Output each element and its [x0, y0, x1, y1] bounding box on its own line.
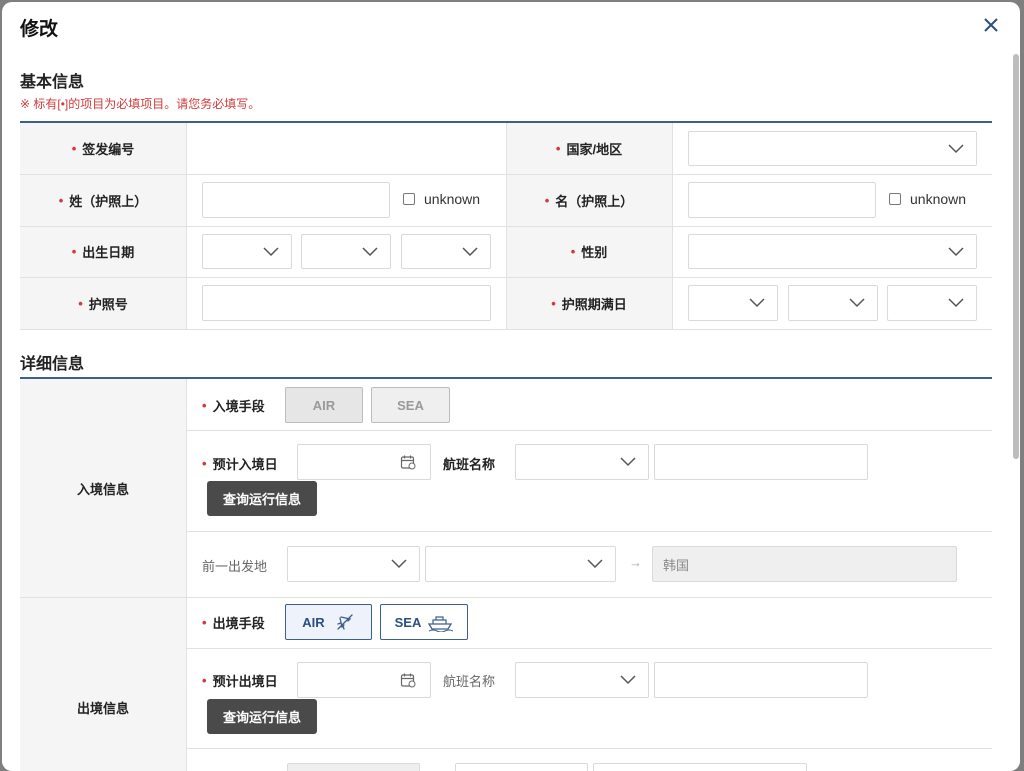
- chevron-down-icon: [620, 675, 636, 685]
- entry-sea-button[interactable]: SEA: [371, 387, 450, 423]
- exit-date-input[interactable]: [297, 662, 431, 698]
- expiry-day-select[interactable]: [887, 285, 977, 321]
- exit-airline-select[interactable]: [515, 662, 649, 698]
- given-name-label: • 名（护照上）: [506, 174, 672, 226]
- entry-date-label: • 预计入境日: [202, 456, 278, 472]
- chevron-down-icon: [948, 298, 964, 308]
- chevron-down-icon: [948, 143, 964, 153]
- destination-field: 韩国: [652, 546, 957, 582]
- birth-year-select[interactable]: [202, 234, 292, 269]
- birth-day-select[interactable]: [401, 234, 491, 269]
- chevron-down-icon: [849, 298, 865, 308]
- modal-title: 修改: [20, 19, 59, 40]
- previous-departure-country-select[interactable]: [287, 546, 420, 582]
- entry-info-label: 入境信息: [20, 379, 186, 597]
- birth-month-select[interactable]: [301, 234, 391, 269]
- exit-query-flight-button[interactable]: 查询运行信息: [207, 699, 317, 734]
- surname-label: • 姓（护照上）: [20, 174, 186, 226]
- previous-departure-city-select[interactable]: [425, 546, 616, 582]
- basic-info-title: 基本信息: [20, 74, 85, 91]
- gender-label: • 性别: [506, 226, 672, 277]
- exit-sea-button[interactable]: SEA: [380, 604, 468, 640]
- required-notice: ※ 标有[•]的项目为必填项目。请您务必填写。: [20, 97, 261, 111]
- entry-mode-label: • 入境手段: [202, 398, 265, 414]
- edit-modal: 修改 基本信息 ※ 标有[•]的项目为必填项目。请您务必填写。 • 签发编号 • 国…: [2, 2, 1020, 771]
- next-country-select[interactable]: [455, 763, 588, 771]
- gender-select[interactable]: [688, 234, 977, 269]
- exit-flight-label: 航班名称: [443, 674, 496, 689]
- chevron-down-icon: [263, 246, 279, 256]
- chevron-down-icon: [462, 246, 478, 256]
- exit-info-label: 出境信息: [20, 598, 186, 771]
- scrollbar[interactable]: [1013, 54, 1019, 459]
- chevron-down-icon: [620, 457, 636, 467]
- given-name-input[interactable]: [688, 182, 876, 218]
- given-name-unknown-checkbox[interactable]: unknown: [889, 191, 966, 207]
- entry-air-button[interactable]: AIR: [285, 387, 363, 423]
- exit-mode-label: • 出境手段: [202, 615, 265, 631]
- chevron-down-icon: [587, 559, 603, 569]
- calendar-icon[interactable]: [400, 454, 416, 470]
- expiry-year-select[interactable]: [688, 285, 778, 321]
- surname-input[interactable]: [202, 182, 390, 218]
- ship-icon: [428, 616, 454, 632]
- entry-flight-label: 航班名称: [443, 457, 496, 472]
- exit-date-label: • 预计出境日: [202, 673, 278, 689]
- passport-number-label: • 护照号: [20, 277, 186, 329]
- entry-flight-number-input[interactable]: [654, 444, 868, 480]
- exit-flight-number-input[interactable]: [654, 662, 868, 698]
- passport-expiry-label: • 护照期满日: [506, 277, 672, 329]
- country-select[interactable]: [688, 131, 977, 166]
- arrow-right-icon: →: [629, 555, 642, 570]
- entry-airline-select[interactable]: [515, 444, 649, 480]
- issue-number-label: • 签发编号: [20, 123, 186, 174]
- previous-departure-label: 前一出发地: [202, 559, 268, 574]
- chevron-down-icon: [391, 559, 407, 569]
- next-city-select[interactable]: [593, 763, 807, 771]
- chevron-down-icon: [362, 246, 378, 256]
- close-icon[interactable]: [980, 14, 1002, 36]
- detail-info-title: 详细信息: [20, 356, 85, 373]
- airplane-icon: [337, 614, 353, 630]
- chevron-down-icon: [749, 298, 765, 308]
- entry-query-flight-button[interactable]: 查询运行信息: [207, 481, 317, 516]
- exit-air-button[interactable]: AIR: [285, 604, 372, 640]
- next-destination-field: [287, 763, 420, 771]
- chevron-down-icon: [948, 246, 964, 256]
- calendar-icon[interactable]: [400, 672, 416, 688]
- surname-unknown-checkbox[interactable]: unknown: [403, 191, 480, 207]
- country-label: • 国家/地区: [506, 123, 672, 174]
- entry-date-input[interactable]: [297, 444, 431, 480]
- expiry-month-select[interactable]: [788, 285, 878, 321]
- birth-date-label: • 出生日期: [20, 226, 186, 277]
- passport-number-input[interactable]: [202, 285, 491, 321]
